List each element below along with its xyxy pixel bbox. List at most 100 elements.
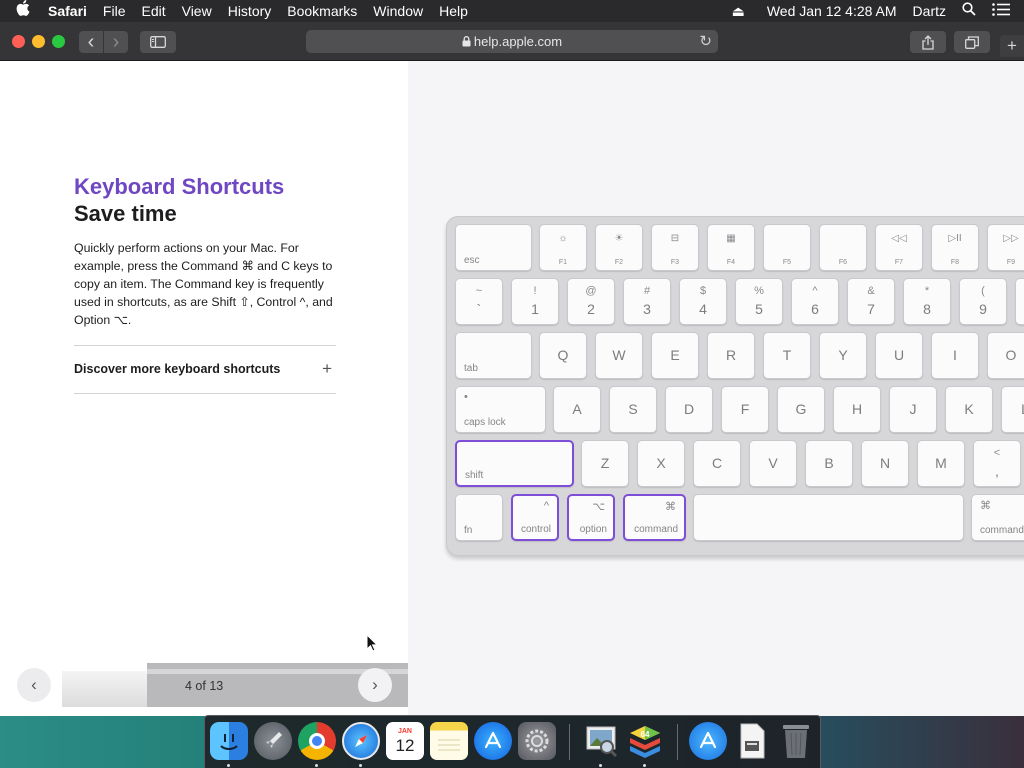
- dock-notes-icon[interactable]: [430, 722, 468, 760]
- key-5: % 5: [735, 278, 783, 325]
- forward-button[interactable]: ›: [104, 31, 128, 53]
- key-option-highlighted: ⌥ option: [567, 494, 615, 541]
- back-button[interactable]: ‹: [79, 31, 103, 53]
- dock-launchpad-icon[interactable]: [254, 722, 292, 760]
- dock-safari-icon[interactable]: [342, 722, 380, 760]
- menu-help[interactable]: Help: [431, 0, 476, 22]
- dock-app-store-icon[interactable]: [474, 722, 512, 760]
- menu-window[interactable]: Window: [365, 0, 431, 22]
- new-tab-button[interactable]: +: [1000, 35, 1024, 57]
- article-pane: Keyboard Shortcuts Save time Quickly per…: [0, 61, 409, 716]
- menu-clock[interactable]: Wed Jan 12 4:28 AM: [759, 0, 905, 22]
- key-o: O: [987, 332, 1024, 379]
- reload-icon[interactable]: ↻: [699, 32, 712, 50]
- menu-edit[interactable]: Edit: [133, 0, 173, 22]
- menu-user[interactable]: Dartz: [905, 0, 954, 22]
- dock-separator: [569, 724, 570, 760]
- article-headline: Save time: [74, 201, 177, 226]
- expand-plus-icon[interactable]: +: [322, 359, 332, 379]
- dock-separator-2: [677, 724, 678, 760]
- dock-document-icon[interactable]: [733, 722, 771, 760]
- dock-system-preferences-icon[interactable]: [518, 722, 556, 760]
- key-c: C: [693, 440, 741, 487]
- discover-more-link[interactable]: Discover more keyboard shortcuts +: [74, 359, 336, 379]
- share-button[interactable]: [910, 31, 946, 53]
- back-icon: ‹: [87, 30, 95, 53]
- calendar-day: 12: [395, 736, 415, 755]
- forward-icon: ›: [112, 30, 120, 53]
- key-tab: tab: [455, 332, 532, 379]
- key-command-highlighted: ⌘ command: [623, 494, 686, 541]
- key-f2: ☀ F2: [595, 224, 643, 271]
- menu-app-name[interactable]: Safari: [40, 0, 95, 22]
- chevron-left-icon: ‹: [31, 675, 37, 694]
- apple-menu-icon[interactable]: [0, 0, 40, 23]
- key-7: & 7: [847, 278, 895, 325]
- article-eyebrow: Keyboard Shortcuts: [74, 174, 285, 199]
- dock-bluestacks-icon[interactable]: 64: [626, 722, 664, 760]
- dock-trash-icon[interactable]: [777, 722, 815, 760]
- key-x: X: [637, 440, 685, 487]
- menu-bookmarks[interactable]: Bookmarks: [279, 0, 365, 22]
- key-f1: ☼ F1: [539, 224, 587, 271]
- dock-calendar-icon[interactable]: JAN 12: [386, 722, 424, 760]
- keyboard-illustration-pane: esc ☼ F1 ☀ F2 ⊟ F3 ▦ F4 F5 F6 ◁◁ F7 ▷II F8 ▷▷ F…: [408, 61, 1024, 716]
- pager-label: 4 of 13: [185, 679, 224, 693]
- key-0: [1015, 278, 1024, 325]
- discover-more-label: Discover more keyboard shortcuts: [74, 362, 281, 376]
- show-tabs-button[interactable]: [954, 31, 990, 53]
- key-f5: F5: [763, 224, 811, 271]
- spotlight-search-icon[interactable]: [954, 0, 984, 22]
- sidebar-button[interactable]: [140, 31, 176, 53]
- dock-chrome-running-dot: [315, 764, 318, 767]
- previous-slide-button[interactable]: ‹: [17, 668, 51, 702]
- safari-window: ‹ › help.apple.com ↻ + Keyboard Shortcut…: [0, 22, 1024, 716]
- key-fn: fn: [455, 494, 503, 541]
- menu-history[interactable]: History: [220, 0, 280, 22]
- key-s: S: [609, 386, 657, 433]
- key-f9: ▷▷ F9: [987, 224, 1024, 271]
- key-e: E: [651, 332, 699, 379]
- key-control-highlighted: ^ control: [511, 494, 559, 541]
- new-tab-icon: +: [1007, 36, 1017, 55]
- dock-finder-icon[interactable]: [210, 722, 248, 760]
- dock-downloads-app-store-icon[interactable]: [689, 722, 727, 760]
- tabs-icon: [965, 35, 979, 49]
- zoom-window-button[interactable]: [52, 35, 65, 48]
- dock-preview-running-dot: [599, 764, 602, 767]
- key-shift-highlighted: shift: [455, 440, 574, 487]
- address-bar[interactable]: help.apple.com ↻: [306, 30, 718, 53]
- key-6: ^ 6: [791, 278, 839, 325]
- minimize-window-button[interactable]: [32, 35, 45, 48]
- key-w: W: [595, 332, 643, 379]
- key-backtick: ~ `: [455, 278, 503, 325]
- key-8: * 8: [903, 278, 951, 325]
- key-2: @2: [567, 278, 615, 325]
- menu-bar: Safari File Edit View History Bookmarks …: [0, 0, 1024, 22]
- close-window-button[interactable]: [12, 35, 25, 48]
- key-space: [693, 494, 964, 541]
- key-j: J: [889, 386, 937, 433]
- divider-bottom: [74, 393, 336, 394]
- key-d: D: [665, 386, 713, 433]
- svg-text:64: 64: [641, 730, 650, 739]
- next-slide-button[interactable]: ›: [358, 668, 392, 702]
- control-center-list-icon[interactable]: [984, 0, 1024, 22]
- key-f4: ▦ F4: [707, 224, 755, 271]
- key-comma: <,: [973, 440, 1021, 487]
- key-l: L: [1001, 386, 1024, 433]
- key-n: N: [861, 440, 909, 487]
- eject-icon[interactable]: ⏏: [718, 0, 759, 22]
- chevron-right-icon: ›: [372, 675, 378, 694]
- key-9: (9: [959, 278, 1007, 325]
- menu-view[interactable]: View: [174, 0, 220, 22]
- url-text: help.apple.com: [473, 34, 563, 49]
- lock-icon: [462, 36, 471, 47]
- key-t: T: [763, 332, 811, 379]
- menu-file[interactable]: File: [95, 0, 134, 22]
- slide-thumbnail[interactable]: [62, 671, 148, 707]
- dock-safari-running-dot: [359, 764, 362, 767]
- dock-preview-icon[interactable]: [582, 722, 620, 760]
- dock-chrome-icon[interactable]: [298, 722, 336, 760]
- key-esc: esc: [455, 224, 532, 271]
